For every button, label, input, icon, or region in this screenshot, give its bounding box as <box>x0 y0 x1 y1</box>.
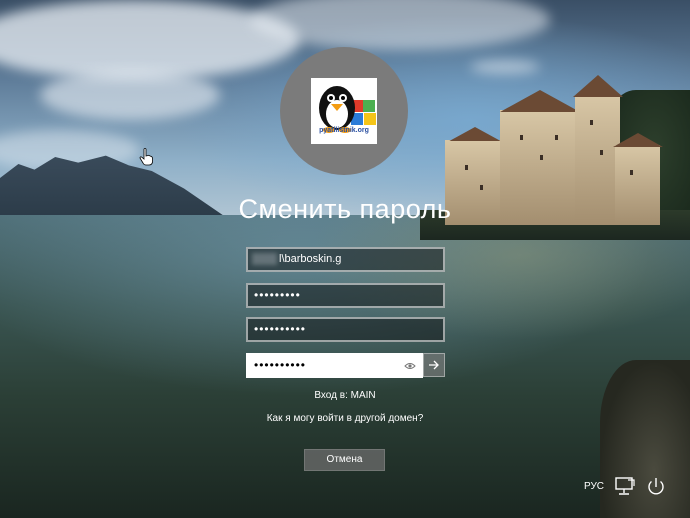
eye-icon[interactable] <box>404 361 416 371</box>
old-password-mask: ••••••••• <box>254 288 301 302</box>
blurred-domain <box>252 253 277 266</box>
username-text: l\barboskin.g <box>279 253 342 265</box>
network-icon[interactable] <box>614 476 636 496</box>
hand-cursor-icon <box>139 148 153 166</box>
page-title: Сменить пароль <box>238 194 452 224</box>
cloud <box>40 70 220 120</box>
confirm-password-field[interactable]: •••••••••• <box>246 353 423 378</box>
username-field[interactable]: l\barboskin.g <box>246 247 445 272</box>
user-avatar: pyatilistnik.org <box>280 47 408 175</box>
cloud <box>470 60 540 74</box>
other-domain-link[interactable]: Как я могу войти в другой домен? <box>0 413 690 424</box>
arrow-right-icon <box>429 360 439 370</box>
power-icon[interactable] <box>645 476 667 498</box>
new-password-field[interactable]: •••••••••• <box>246 317 445 342</box>
confirm-password-mask: •••••••••• <box>254 358 307 372</box>
domain-label: Вход в: MAIN <box>314 390 376 401</box>
cancel-button[interactable]: Отмена <box>304 449 385 471</box>
logo-text: pyatilistnik.org <box>319 127 369 134</box>
submit-button[interactable] <box>423 353 445 377</box>
pyatilistnik-logo: pyatilistnik.org <box>311 78 377 144</box>
language-indicator[interactable]: РУС <box>584 481 604 492</box>
old-password-field[interactable]: ••••••••• <box>246 283 445 308</box>
new-password-mask: •••••••••• <box>254 322 307 336</box>
